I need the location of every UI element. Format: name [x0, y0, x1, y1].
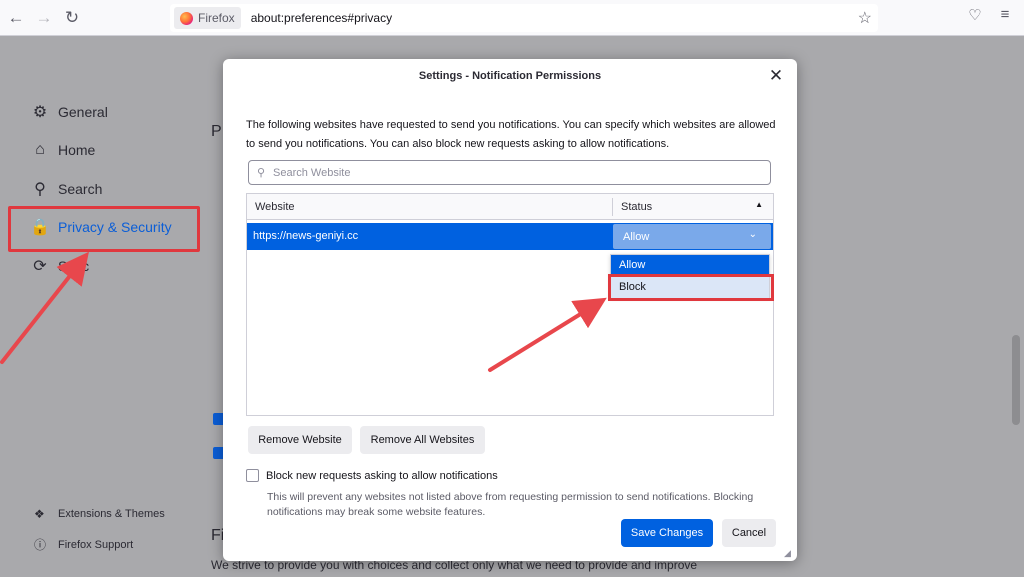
hamburger-menu-icon[interactable]: ≡: [996, 6, 1014, 24]
status-select[interactable]: Allow ⌄: [613, 224, 771, 249]
page-scrollbar[interactable]: [1010, 37, 1024, 577]
dialog-description: The following websites have requested to…: [246, 119, 776, 150]
save-changes-button[interactable]: Save Changes: [621, 519, 713, 547]
extensions-themes-link[interactable]: ❖ Extensions & Themes: [34, 507, 165, 521]
table-row[interactable]: https://news-geniyi.cc Allow ⌄: [247, 223, 773, 250]
sidebar-item-general[interactable]: ⚙ General: [30, 99, 108, 125]
pocket-icon[interactable]: ♡: [966, 6, 984, 24]
page-scrollbar-thumb[interactable]: [1012, 335, 1020, 425]
chevron-down-icon: ⌄: [748, 229, 757, 240]
block-new-requests-checkbox[interactable]: [246, 469, 259, 482]
cancel-button[interactable]: Cancel: [722, 519, 776, 547]
sidebar-item-home[interactable]: ⌂ Home: [30, 137, 95, 163]
search-icon: ⚲: [257, 167, 266, 179]
block-highlight-box: [608, 274, 774, 301]
search-website-input[interactable]: [273, 166, 753, 179]
sidebar-item-label: Home: [58, 142, 96, 158]
dialog-title: Settings - Notification Permissions: [418, 70, 602, 82]
column-header-status[interactable]: Status: [621, 201, 652, 213]
notification-permissions-dialog: Settings - Notification Permissions ✕ Th…: [223, 59, 797, 561]
gear-icon: ⚙: [32, 104, 48, 121]
sort-ascending-icon[interactable]: ▲: [755, 200, 763, 209]
remove-all-websites-button[interactable]: Remove All Websites: [360, 426, 485, 454]
table-header: Website Status ▲: [247, 194, 773, 220]
url-text[interactable]: about:preferences#privacy: [251, 11, 392, 25]
sidebar-item-label: Search: [58, 181, 103, 197]
remove-website-button[interactable]: Remove Website: [248, 426, 352, 454]
close-icon[interactable]: ✕: [765, 65, 787, 87]
firefox-support-label: Firefox Support: [58, 538, 134, 551]
permissions-table: Website Status ▲ https://news-geniyi.cc …: [246, 193, 774, 416]
browser-toolbar: ← → ↻ Firefox about:preferences#privacy …: [0, 0, 1024, 36]
search-website-field[interactable]: ⚲: [248, 160, 771, 185]
block-new-requests-note: This will prevent any websites not liste…: [267, 491, 754, 518]
sidebar-item-search[interactable]: ⚲ Search: [30, 176, 102, 202]
sidebar-item-label: Sync: [58, 258, 90, 274]
forward-arrow-icon[interactable]: →: [30, 4, 58, 32]
search-icon: ⚲: [34, 181, 46, 198]
status-select-value: Allow: [623, 231, 650, 243]
block-new-requests-label[interactable]: Block new requests asking to allow notif…: [266, 470, 498, 482]
bookmark-star-icon[interactable]: ☆: [858, 8, 872, 28]
sidebar-item-label: General: [58, 104, 108, 120]
puzzle-icon: ❖: [34, 507, 45, 521]
block-new-requests-option[interactable]: Block new requests asking to allow notif…: [246, 469, 498, 482]
row-website: https://news-geniyi.cc: [253, 230, 359, 242]
back-arrow-icon[interactable]: ←: [2, 4, 30, 32]
preferences-sidebar: ⚙ General ⌂ Home ⚲ Search 🔒 Privacy & Se…: [0, 37, 210, 577]
firefox-logo-icon: [180, 11, 193, 25]
column-header-website[interactable]: Website: [255, 201, 295, 213]
help-icon: ⓘ: [34, 538, 47, 552]
resize-grip-icon[interactable]: ◢: [784, 548, 794, 558]
sync-icon: ⟳: [33, 258, 47, 275]
background-heading-fragment: P: [211, 123, 222, 140]
column-divider: [612, 198, 613, 216]
dropdown-option-allow[interactable]: Allow: [611, 255, 769, 276]
firefox-support-link[interactable]: ⓘ Firefox Support: [34, 536, 133, 553]
privacy-highlight-box: [8, 206, 200, 252]
site-identity-button[interactable]: Firefox: [174, 7, 241, 29]
reload-icon[interactable]: ↻: [58, 4, 86, 32]
sidebar-item-sync[interactable]: ⟳ Sync: [30, 253, 89, 279]
home-icon: ⌂: [35, 141, 45, 158]
url-bar[interactable]: Firefox about:preferences#privacy ☆: [170, 4, 878, 32]
extensions-themes-label: Extensions & Themes: [58, 508, 165, 520]
identity-label: Firefox: [198, 11, 235, 25]
